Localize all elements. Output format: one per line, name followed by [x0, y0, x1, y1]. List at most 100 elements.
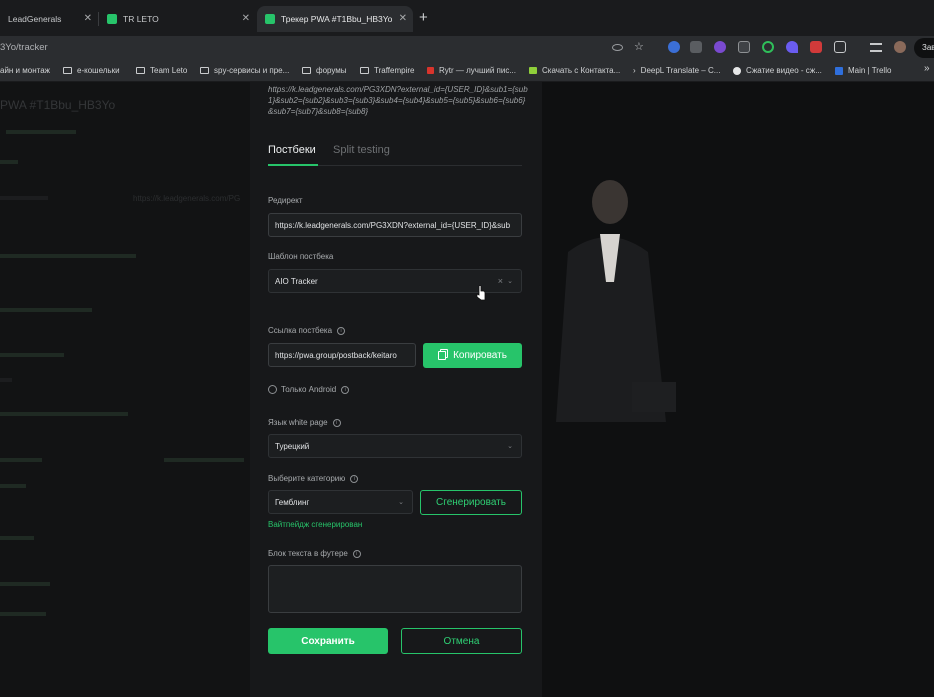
- background-page: PWA #T1Bbu_HB3Yo https://k.leadgenerals.…: [0, 82, 250, 697]
- bookmark-folder[interactable]: Team Leto: [136, 66, 187, 75]
- postback-template-label-text: Шаблон постбека: [268, 252, 334, 261]
- tracker-settings-modal: https://k.leadgenerals.com/PG3XDN?extern…: [250, 82, 542, 697]
- postback-link-label: Ссылка постбека i: [268, 326, 346, 335]
- browser-tab-leadgenerals[interactable]: LeadGenerals ✕: [0, 6, 98, 32]
- ghost-line: [0, 582, 50, 586]
- whitepage-generated-note: Вайтпейдж сгенерирован: [268, 520, 363, 529]
- bookmark-label: форумы: [316, 66, 347, 75]
- extension-gray-icon[interactable]: [690, 41, 702, 53]
- folder-icon: [302, 67, 311, 74]
- mouse-cursor-icon: [476, 285, 486, 301]
- ghost-url: https://k.leadgenerals.com/PG: [133, 194, 241, 203]
- bookmark-label: айн и монтаж: [0, 66, 50, 75]
- extension-green-icon[interactable]: [762, 41, 774, 53]
- info-icon[interactable]: i: [350, 474, 359, 483]
- bookmark-link[interactable]: › DeepL Translate – C...: [633, 66, 720, 75]
- info-icon[interactable]: i: [341, 385, 350, 394]
- deepl-icon: ›: [633, 66, 636, 75]
- ghost-line: [164, 458, 244, 462]
- info-icon[interactable]: i: [352, 549, 361, 558]
- browser-tab-tr-leto[interactable]: TR LETO ✕: [99, 6, 256, 32]
- profile-button[interactable]: Зав: [914, 38, 934, 58]
- bookmark-link[interactable]: Скачать с Контакта...: [529, 66, 620, 75]
- whitepage-lang-label: Язык white page i: [268, 418, 341, 427]
- page-title: PWA #T1Bbu_HB3Yo: [0, 98, 116, 112]
- download-icon: [529, 67, 537, 74]
- generate-button[interactable]: Сгенерировать: [420, 490, 522, 515]
- bookmark-folder[interactable]: Traffempire: [360, 66, 414, 75]
- info-icon[interactable]: i: [332, 418, 341, 427]
- tracker-favicon-icon: [265, 14, 275, 24]
- reading-list-icon[interactable]: [870, 43, 882, 52]
- ghost-line: [0, 458, 42, 462]
- bookmark-label: Rytr — лучший пис...: [439, 66, 516, 75]
- extension-blue-icon[interactable]: [668, 41, 680, 53]
- bookmarks-bar: айн и монтаж е-кошельки Team Leto spy-се…: [0, 60, 934, 82]
- save-button[interactable]: Сохранить: [268, 628, 388, 654]
- modal-tabs: Постбеки Split testing: [268, 140, 522, 166]
- whitepage-lang-select[interactable]: Турецкий ⌄: [268, 434, 522, 458]
- tab-postbacks[interactable]: Постбеки: [268, 144, 316, 156]
- ghost-line: [0, 196, 48, 200]
- clear-icon[interactable]: ×: [498, 276, 503, 286]
- bookmark-folder[interactable]: е-кошельки: [63, 66, 120, 75]
- folder-icon: [200, 67, 209, 74]
- tab-title: TR LETO: [123, 14, 159, 24]
- bookmark-label: е-кошельки: [77, 66, 120, 75]
- bookmark-link[interactable]: Rytr — лучший пис...: [427, 66, 516, 75]
- extension-red-icon[interactable]: [810, 41, 822, 53]
- close-icon[interactable]: ✕: [242, 13, 250, 24]
- extension-purple-icon[interactable]: [714, 41, 726, 53]
- postback-template-label: Шаблон постбека: [268, 252, 333, 261]
- bookmark-folder[interactable]: айн и монтаж: [0, 66, 50, 75]
- bookmark-link[interactable]: Сжатие видео - сж...: [733, 66, 822, 75]
- whitepage-lang-value: Турецкий: [275, 441, 310, 451]
- bookmark-folder[interactable]: форумы: [302, 66, 347, 75]
- bookmark-link[interactable]: Main | Trello: [835, 66, 891, 75]
- ghost-line: [0, 378, 12, 382]
- footer-text-textarea[interactable]: [268, 565, 522, 613]
- postback-link-input[interactable]: https://pwa.group/postback/keitaro: [268, 343, 416, 367]
- postback-link-label-text: Ссылка постбека: [268, 326, 333, 335]
- more-bookmarks-button[interactable]: »: [924, 63, 930, 74]
- extension-violet-icon[interactable]: [786, 41, 798, 53]
- close-icon[interactable]: ✕: [399, 13, 407, 24]
- avatar[interactable]: [894, 41, 906, 53]
- copy-button[interactable]: Копировать: [423, 343, 522, 368]
- extensions-puzzle-icon[interactable]: [834, 41, 846, 53]
- redirect-input[interactable]: https://k.leadgenerals.com/PG3XDN?extern…: [268, 213, 522, 237]
- postback-template-value: AIO Tracker: [275, 276, 318, 286]
- browser-tab-tracker-pwa[interactable]: Трекер PWA #T1Bbu_HB3Yo ✕: [257, 6, 413, 32]
- bookmark-label: Скачать с Контакта...: [542, 66, 621, 75]
- redirect-label: Редирект: [268, 196, 303, 205]
- url-field[interactable]: 3Yo/tracker: [0, 42, 48, 53]
- preview-figure-image: [548, 172, 688, 432]
- android-only-radio[interactable]: [268, 385, 277, 394]
- active-tab-indicator: [268, 164, 318, 166]
- browser-tab-bar: LeadGenerals ✕ TR LETO ✕ Трекер PWA #T1B…: [0, 0, 934, 36]
- close-icon[interactable]: ✕: [84, 13, 92, 24]
- chevron-down-icon: ⌄: [507, 278, 513, 285]
- ghost-line: [0, 484, 26, 488]
- redirect-label-text: Редирект: [268, 196, 303, 205]
- ghost-line: [0, 353, 64, 357]
- extension-grid-icon[interactable]: [738, 41, 750, 53]
- chevron-down-icon: ⌄: [507, 443, 513, 450]
- category-select[interactable]: Гемблинг ⌄: [268, 490, 413, 514]
- bookmark-label: Traffempire: [374, 66, 415, 75]
- cancel-button[interactable]: Отмена: [401, 628, 522, 654]
- info-icon[interactable]: i: [337, 326, 346, 335]
- bookmark-folder[interactable]: spy-сервисы и пре...: [200, 66, 289, 75]
- folder-icon: [360, 67, 369, 74]
- folder-icon: [136, 67, 145, 74]
- redirect-url-preview: https://k.leadgenerals.com/PG3XDN?extern…: [268, 85, 528, 116]
- ghost-line: [0, 254, 136, 258]
- tab-title: LeadGenerals: [8, 14, 62, 24]
- tab-split-testing[interactable]: Split testing: [333, 144, 390, 156]
- android-only-label-text: Только Android: [281, 385, 337, 394]
- bookmark-star-icon[interactable]: ☆: [634, 40, 644, 53]
- category-value: Гемблинг: [275, 497, 310, 507]
- bookmark-label: spy-сервисы и пре...: [214, 66, 290, 75]
- password-key-icon[interactable]: [612, 44, 623, 51]
- new-tab-button[interactable]: +: [419, 9, 428, 26]
